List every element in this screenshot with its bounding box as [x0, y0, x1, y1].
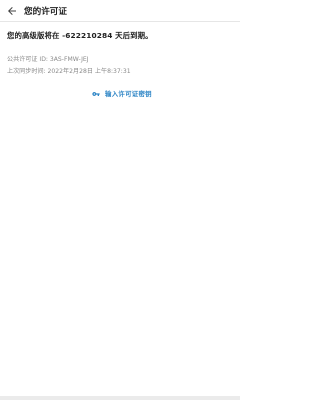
license-meta: 公共许可证 ID: 3AS-FMW-JEJ 上次同步时间: 2022年2月28日… [7, 54, 235, 77]
app-bar: 您的许可证 [0, 0, 240, 22]
bottom-bar [0, 396, 240, 400]
arrow-left-icon [8, 6, 16, 15]
expiry-text: 您的高级版将在 -622210284 天后到期。 [7, 31, 153, 40]
last-sync-time: 上次同步时间: 2022年2月28日 上午8:37:31 [7, 67, 131, 75]
enter-license-key-label: 输入许可证密钥 [105, 90, 152, 98]
license-content: 您的高级版将在 -622210284 天后到期。 公共许可证 ID: 3AS-F… [7, 30, 235, 77]
enter-license-key-button[interactable]: 输入许可证密钥 [92, 89, 152, 98]
page-title: 您的许可证 [24, 6, 67, 17]
back-button[interactable] [1, 0, 23, 22]
public-license-id: 公共许可证 ID: 3AS-FMW-JEJ [7, 56, 89, 63]
key-icon [92, 91, 100, 96]
